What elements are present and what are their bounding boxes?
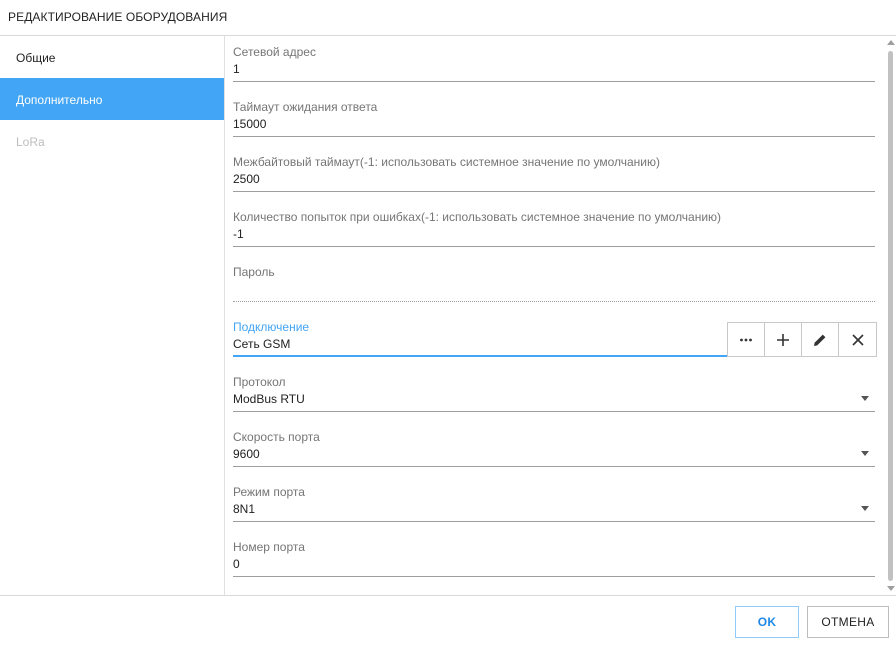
ok-button[interactable]: OK — [735, 606, 799, 638]
dialog-footer: OK ОТМЕНА — [0, 595, 896, 645]
port-number-value[interactable]: 0 — [233, 557, 240, 571]
port-mode-value[interactable]: 8N1 — [233, 502, 255, 516]
port-mode-label: Режим порта — [233, 485, 305, 499]
pencil-icon — [814, 334, 826, 346]
interbyte-timeout-value[interactable]: 2500 — [233, 172, 260, 186]
retry-count-value[interactable]: -1 — [233, 227, 244, 241]
response-timeout-value[interactable]: 15000 — [233, 117, 266, 131]
port-speed-select[interactable]: Скорость порта 9600 — [233, 421, 875, 467]
interbyte-timeout-field[interactable]: Межбайтовый таймаут(-1: использовать сис… — [233, 146, 875, 192]
dialog-title: РЕДАКТИРОВАНИЕ ОБОРУДОВАНИЯ — [0, 0, 896, 36]
protocol-select[interactable]: Протокол ModBus RTU — [233, 366, 875, 412]
port-speed-label: Скорость порта — [233, 430, 320, 444]
close-icon — [851, 333, 864, 346]
retry-count-label: Количество попыток при ошибках(-1: испол… — [233, 210, 722, 224]
network-address-label: Сетевой адрес — [233, 45, 316, 59]
response-timeout-field[interactable]: Таймаут ожидания ответа 15000 — [233, 91, 875, 137]
more-button[interactable] — [728, 323, 765, 356]
network-address-field[interactable]: Сетевой адрес 1 — [233, 36, 875, 82]
scroll-up-icon[interactable] — [887, 40, 895, 45]
connection-label: Подключение — [233, 320, 310, 334]
sidebar-item-lora: LoRa — [16, 135, 45, 149]
protocol-label: Протокол — [233, 375, 286, 389]
chevron-down-icon[interactable] — [861, 506, 869, 511]
edit-button[interactable] — [802, 323, 839, 356]
interbyte-timeout-label: Межбайтовый таймаут(-1: использовать сис… — [233, 155, 660, 169]
chevron-down-icon[interactable] — [861, 396, 869, 401]
port-number-field[interactable]: Номер порта 0 — [233, 531, 875, 577]
port-mode-select[interactable]: Режим порта 8N1 — [233, 476, 875, 522]
password-field[interactable]: Пароль — [233, 256, 875, 302]
clear-button[interactable] — [839, 323, 876, 356]
plus-icon — [777, 333, 789, 346]
sidebar: Общие Дополнительно LoRa — [0, 36, 224, 595]
network-address-value[interactable]: 1 — [233, 62, 240, 76]
scroll-down-icon[interactable] — [887, 586, 895, 591]
chevron-down-icon[interactable] — [861, 451, 869, 456]
sidebar-item-additional[interactable]: Дополнительно — [0, 78, 224, 120]
password-label: Пароль — [233, 265, 275, 279]
response-timeout-label: Таймаут ожидания ответа — [233, 100, 378, 114]
port-number-label: Номер порта — [233, 540, 305, 554]
scroll-thumb[interactable] — [888, 51, 893, 581]
more-icon — [740, 338, 752, 341]
add-button[interactable] — [765, 323, 802, 356]
port-speed-value[interactable]: 9600 — [233, 447, 260, 461]
connection-value[interactable]: Сеть GSM — [233, 337, 290, 351]
connection-field[interactable]: Подключение Сеть GSM — [233, 311, 727, 357]
retry-count-field[interactable]: Количество попыток при ошибках(-1: испол… — [233, 201, 875, 247]
vertical-scrollbar[interactable] — [886, 36, 896, 595]
protocol-value[interactable]: ModBus RTU — [233, 392, 305, 406]
sidebar-item-general[interactable]: Общие — [0, 36, 224, 78]
connection-toolbar — [727, 322, 877, 357]
cancel-button[interactable]: ОТМЕНА — [807, 606, 889, 638]
form-area: Сетевой адрес 1 Таймаут ожидания ответа … — [225, 36, 885, 595]
